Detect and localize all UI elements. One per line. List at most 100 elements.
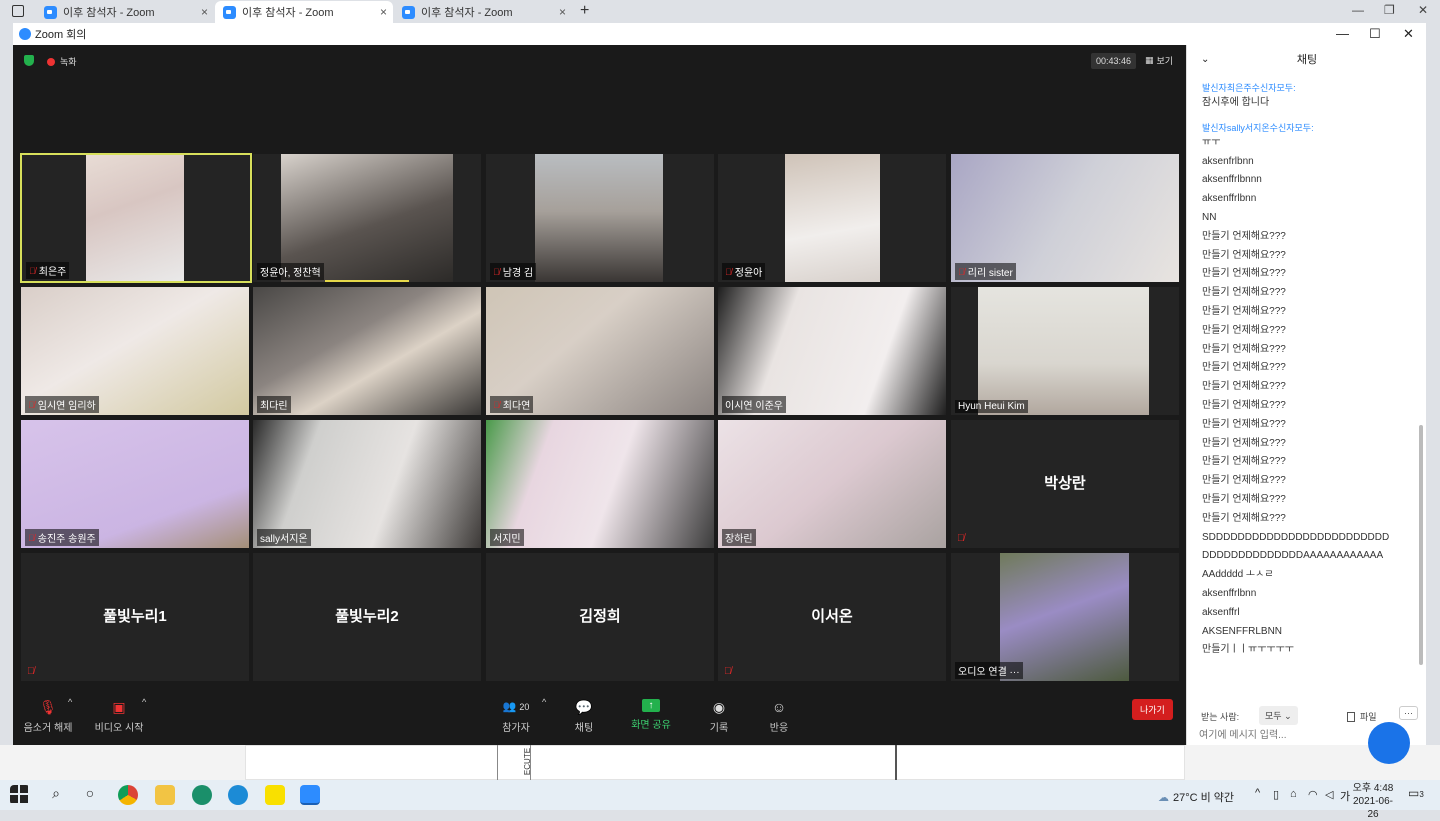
video-tile[interactable]: 최다린 — [253, 287, 481, 415]
collapse-chevron-icon[interactable]: ⌄ — [1201, 45, 1209, 75]
participants-options-chevron-icon[interactable]: ^ — [542, 697, 546, 707]
video-tile[interactable]: 박상란 🎙̸ — [951, 420, 1179, 548]
meeting-timer: 00:43:46 — [1091, 53, 1137, 69]
video-tile[interactable]: 🎙̸ 최다연 — [486, 287, 714, 415]
video-tile[interactable]: 정윤아, 정찬혁 — [253, 154, 481, 282]
zoom-taskbar-icon[interactable] — [300, 785, 320, 805]
participants-button[interactable]: 👥 20 참가자 — [491, 699, 541, 734]
close-tab-icon[interactable]: × — [559, 5, 566, 19]
windows-start-icon[interactable] — [10, 785, 30, 805]
video-tile[interactable]: 🎙̸ 정윤아 — [718, 154, 946, 282]
unmute-button[interactable]: 🎙 음소거 해제 — [23, 699, 73, 734]
chat-message-text: 만들기 언제해요??? — [1202, 343, 1286, 355]
chat-message-text: 만들기 언제해요??? — [1202, 456, 1286, 468]
edge-icon[interactable] — [228, 785, 248, 805]
chat-message-text: 만들기 언제해요??? — [1202, 437, 1286, 449]
recording-indicator[interactable]: 녹화 — [47, 55, 77, 68]
mic-muted-icon: 🎙̸ — [493, 266, 500, 277]
video-tile[interactable]: sally서지온 — [253, 420, 481, 548]
leave-button[interactable]: 나가기 — [1132, 699, 1173, 720]
wifi-icon[interactable]: ◠ — [1308, 788, 1318, 801]
tray-chevron-up-icon[interactable]: ^ — [1255, 787, 1260, 799]
video-tile[interactable]: 풀빛누리2 — [253, 553, 481, 681]
video-tile[interactable]: Hyun Heui Kim — [951, 287, 1179, 415]
chat-message-text: 만들기 언제해요??? — [1202, 268, 1286, 280]
more-options-button[interactable]: ··· — [1399, 706, 1418, 720]
video-tile[interactable]: 오디오 연결 ··· — [951, 553, 1179, 681]
grid-view-icon: ▦ — [1145, 55, 1154, 65]
close-tab-icon[interactable]: × — [201, 5, 208, 19]
start-video-button[interactable]: ▣ 비디오 시작 — [91, 699, 147, 734]
chat-message-text: aksenffrl — [1202, 606, 1240, 618]
chat-message-meta: 발신자최은주수신자모두: — [1202, 83, 1296, 93]
video-tile[interactable]: 장하린 — [718, 420, 946, 548]
chat-scrollbar[interactable] — [1419, 425, 1423, 665]
floating-action-button[interactable] — [1368, 722, 1410, 764]
participant-name-display: 이서온 — [811, 608, 853, 625]
rain-cloud-icon: ☁ — [1158, 791, 1169, 804]
security-shield-icon[interactable] — [24, 55, 34, 66]
chrome-icon[interactable] — [118, 785, 138, 805]
browser-tab-2[interactable]: 이후 참석자 - Zoom × — [215, 1, 393, 23]
clock[interactable]: 오후 4:48 2021-06-26 — [1348, 782, 1398, 821]
video-tile[interactable]: 🎙̸ 임시연 임리하 — [21, 287, 249, 415]
record-button[interactable]: ◉ 기록 — [705, 699, 733, 734]
weather-widget[interactable]: ☁ 27°C 비 약간 — [1158, 789, 1234, 805]
network-icon[interactable]: ⌂ — [1290, 788, 1297, 800]
chat-button[interactable]: 💬 채팅 — [569, 699, 599, 734]
notification-center-icon[interactable]: ▭3 — [1408, 786, 1424, 800]
file-explorer-icon[interactable] — [155, 785, 175, 805]
record-dot-icon — [47, 57, 55, 66]
participant-name-label: 🎙̸ 남경 김 — [490, 263, 537, 280]
browser-minimize-icon[interactable]: — — [1352, 3, 1364, 17]
participant-name-display: 풀빛누리1 — [103, 608, 167, 625]
share-screen-label: 화면 공유 — [631, 720, 671, 731]
recording-label: 녹화 — [60, 57, 77, 67]
share-screen-button[interactable]: ↑ 화면 공유 — [627, 699, 675, 731]
video-options-chevron-icon[interactable]: ^ — [142, 697, 146, 707]
browser-close-icon[interactable]: ✕ — [1418, 3, 1428, 17]
tab-actions-icon[interactable] — [12, 5, 24, 17]
recipient-label: 받는 사람: — [1201, 712, 1240, 722]
mic-muted-icon: 🎙̸ — [957, 533, 965, 544]
video-tile[interactable]: 🎙̸ 최은주 — [20, 153, 252, 283]
maximize-icon[interactable]: ☐ — [1369, 26, 1381, 42]
file-button[interactable]: 파일 — [1347, 710, 1377, 723]
new-tab-button[interactable]: + — [580, 2, 589, 20]
browser-tab-1[interactable]: 이후 참석자 - Zoom × — [36, 1, 214, 23]
video-tile[interactable]: 🎙̸ 송진주 송원주 — [21, 420, 249, 548]
video-tile[interactable]: 풀빛누리1 🎙̸ — [21, 553, 249, 681]
reactions-button[interactable]: ☺ 반응 — [765, 699, 793, 734]
participant-name-label: Hyun Heui Kim — [955, 400, 1028, 413]
chat-message-text: ㅠㅜ — [1202, 136, 1221, 148]
battery-icon[interactable]: ▯ — [1273, 788, 1279, 801]
view-button[interactable]: ▦ 보기 — [1145, 54, 1173, 67]
video-tile[interactable]: 김정희 — [486, 553, 714, 681]
recipient-dropdown[interactable]: 모두 ⌄ — [1259, 706, 1298, 725]
browser-tab-3[interactable]: 이후 참석자 - Zoom × — [394, 1, 572, 23]
participant-video — [535, 154, 663, 282]
task-view-icon[interactable]: ○ — [80, 785, 100, 805]
video-tile[interactable]: 서지민 — [486, 420, 714, 548]
video-tile[interactable]: 이시연 이준우 — [718, 287, 946, 415]
kakaotalk-icon[interactable] — [265, 785, 285, 805]
audio-options-chevron-icon[interactable]: ^ — [68, 697, 72, 707]
video-tile[interactable]: 🎙̸ 남경 김 — [486, 154, 714, 282]
clock-date: 2021-06-26 — [1352, 796, 1394, 820]
window-title: Zoom 회의 — [35, 29, 87, 41]
chat-message-text: 만들기 언제해요??? — [1202, 475, 1286, 487]
video-tile[interactable]: 🎙̸ 리리 sister — [951, 154, 1179, 282]
tab-title: 이후 참석자 - Zoom — [242, 7, 334, 19]
mic-muted-icon: 🎙̸ — [28, 399, 35, 410]
browser-restore-icon[interactable]: ❐ — [1384, 3, 1395, 17]
close-tab-icon[interactable]: × — [380, 5, 387, 19]
app-icon[interactable] — [192, 785, 212, 805]
close-icon[interactable]: ✕ — [1403, 26, 1414, 42]
volume-icon[interactable]: ◁ — [1325, 788, 1333, 801]
minimize-icon[interactable]: — — [1336, 26, 1349, 41]
weather-text: 27°C 비 약간 — [1173, 792, 1235, 804]
chat-message-text: DDDDDDDDDDDDDDAAAAAAAAAAAA — [1202, 550, 1384, 562]
participant-name-label: sally서지온 — [257, 529, 311, 546]
video-tile[interactable]: 이서온 🎙̸ — [718, 553, 946, 681]
search-icon[interactable]: ⌕ — [46, 785, 66, 805]
